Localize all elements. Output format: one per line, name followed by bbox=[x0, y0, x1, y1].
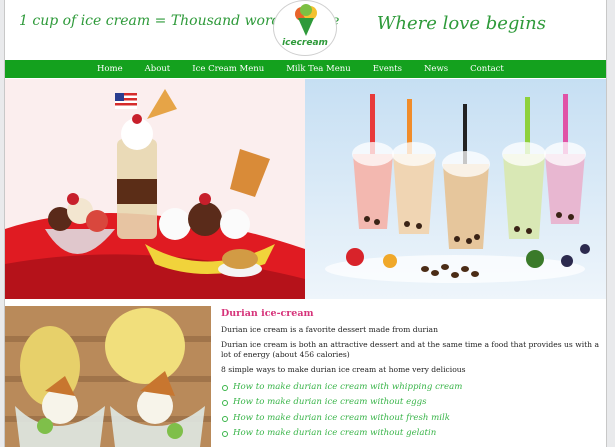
recipe-link[interactable]: How to make durian ice cream without fre… bbox=[221, 411, 605, 426]
nav-home[interactable]: Home bbox=[97, 64, 123, 74]
site-logo[interactable]: icecream bbox=[273, 0, 337, 56]
recipe-link[interactable]: How to make durian ice cream without egg… bbox=[221, 395, 605, 410]
ice-cream-cone-icon bbox=[295, 4, 317, 36]
article: Durian ice-cream Durian ice cream is a f… bbox=[221, 308, 605, 441]
tagline-right: Where love begins bbox=[376, 13, 546, 34]
nav-news[interactable]: News bbox=[424, 64, 448, 74]
page: 1 cup of ice cream = Thousand words of l… bbox=[4, 0, 607, 447]
durian-ice-cream-image bbox=[5, 306, 211, 447]
recipe-link[interactable]: How to make durian ice cream without gel… bbox=[221, 426, 605, 441]
recipe-link[interactable]: How to make durian ice cream with whippi… bbox=[221, 380, 605, 395]
banner bbox=[5, 79, 606, 299]
nav-milk-tea-menu[interactable]: Milk Tea Menu bbox=[286, 64, 351, 74]
article-paragraph: Durian ice cream is both an attractive d… bbox=[221, 340, 600, 359]
nav-about[interactable]: About bbox=[145, 64, 171, 74]
main-nav: Home About Ice Cream Menu Milk Tea Menu … bbox=[5, 60, 606, 78]
nav-events[interactable]: Events bbox=[373, 64, 402, 74]
ice-cream-sundae-image bbox=[5, 79, 305, 299]
article-paragraph: 8 simple ways to make durian ice cream a… bbox=[221, 365, 466, 374]
nav-ice-cream-menu[interactable]: Ice Cream Menu bbox=[192, 64, 264, 74]
article-title[interactable]: Durian ice-cream bbox=[221, 308, 605, 319]
recipe-link-list: How to make durian ice cream with whippi… bbox=[221, 380, 605, 441]
article-paragraph: Durian ice cream is a favorite dessert m… bbox=[221, 325, 438, 334]
milk-tea-image bbox=[305, 79, 606, 299]
nav-contact[interactable]: Contact bbox=[470, 64, 504, 74]
logo-text: icecream bbox=[282, 38, 328, 48]
header: 1 cup of ice cream = Thousand words of l… bbox=[5, 0, 606, 60]
